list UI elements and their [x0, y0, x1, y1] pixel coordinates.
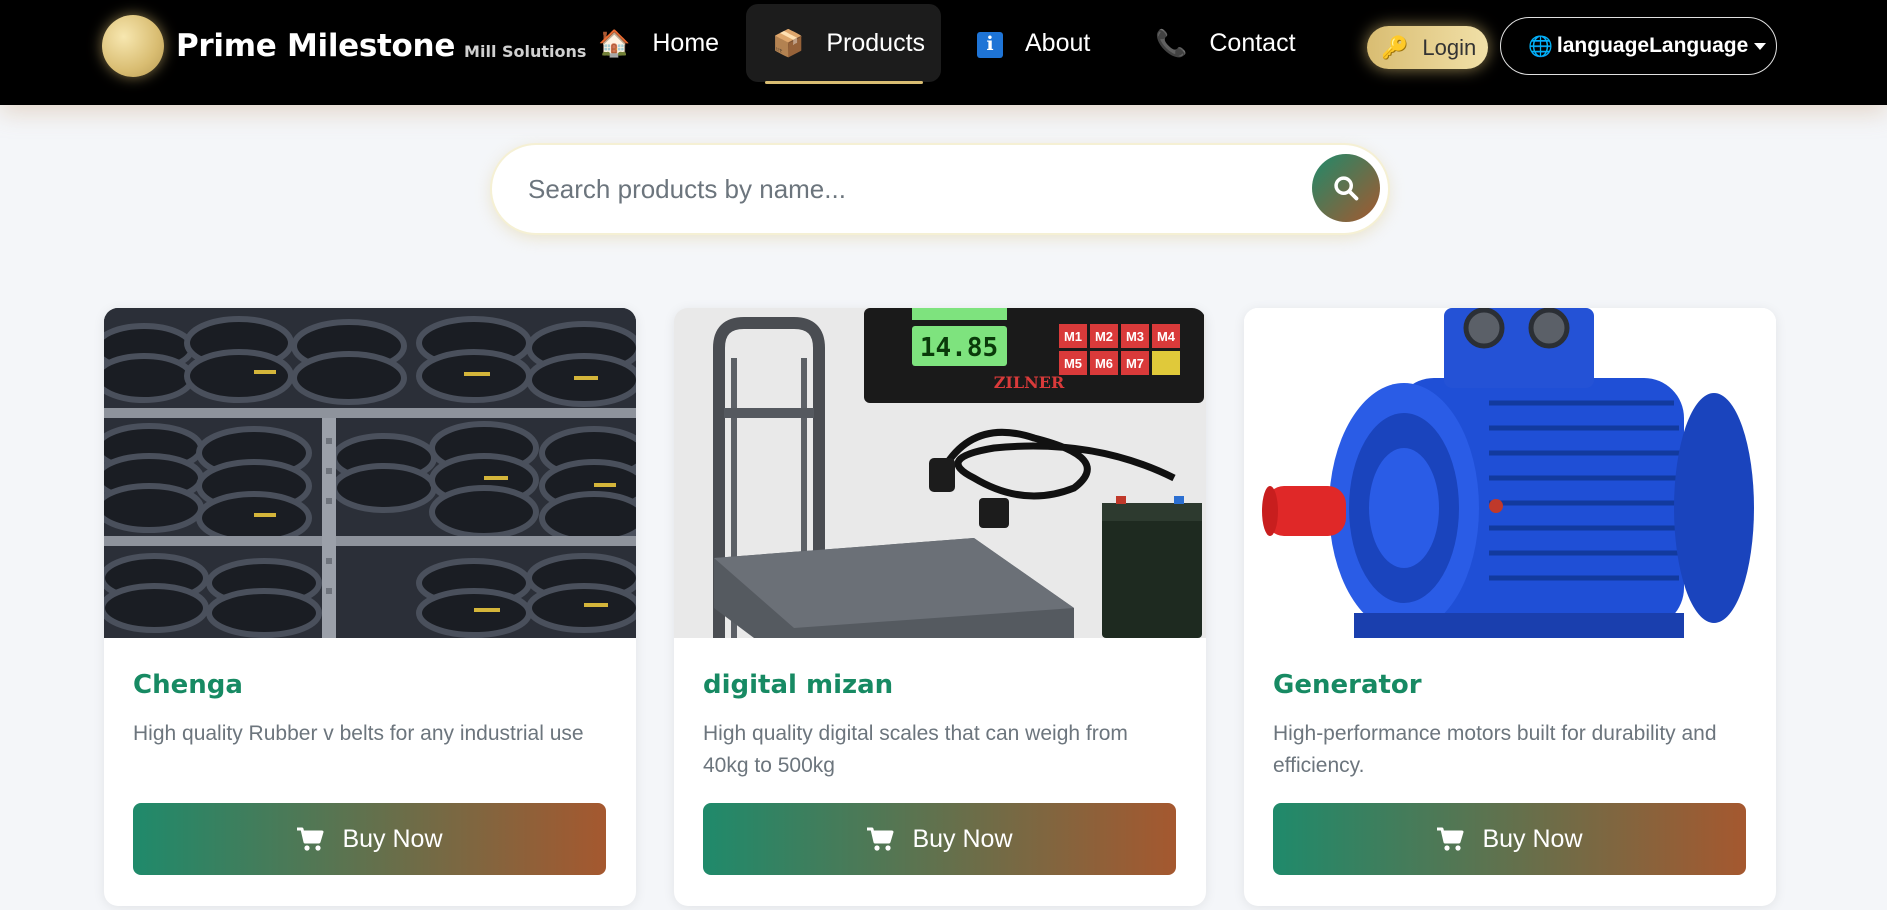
product-image-belts	[104, 308, 636, 638]
brand[interactable]: Prime Milestone Mill Solutions	[102, 15, 586, 77]
chevron-down-icon	[1754, 42, 1767, 50]
scale-brand: ZILNER	[994, 373, 1065, 392]
search-input[interactable]	[528, 165, 1288, 213]
nav-contact-label: Contact	[1209, 28, 1296, 57]
scale-key-m5: M5	[1064, 356, 1082, 371]
nav-home[interactable]: 🏠 Home	[598, 4, 728, 82]
house-icon: 🏠	[598, 28, 631, 58]
scale-reading: 14.85	[920, 333, 998, 363]
brand-logo	[102, 15, 164, 77]
motor-illustration	[1244, 308, 1776, 638]
product-card: Chenga High quality Rubber v belts for a…	[104, 308, 636, 906]
product-description: High-performance motors built for durabi…	[1273, 722, 1717, 777]
top-navbar: Prime Milestone Mill Solutions 🏠 Home 📦 …	[0, 0, 1887, 105]
product-description: High quality Rubber v belts for any indu…	[133, 722, 584, 745]
key-icon: 🔑	[1381, 34, 1409, 60]
scale-key-m1: M1	[1064, 329, 1082, 344]
buy-now-label: Buy Now	[1482, 824, 1583, 853]
nav-products-label: Products	[826, 28, 926, 57]
cart-icon	[1437, 827, 1464, 851]
login-label: Login	[1422, 34, 1477, 60]
search-bar	[492, 145, 1388, 233]
product-card: 14.85 M1 M2 M3 M4 M5 M6 M7 ZILNER digita…	[674, 308, 1206, 906]
info-icon: i	[977, 28, 1003, 58]
product-title: Generator	[1273, 670, 1422, 700]
product-image-scale: 14.85 M1 M2 M3 M4 M5 M6 M7 ZILNER	[674, 308, 1206, 638]
product-title: digital mizan	[703, 670, 894, 700]
cart-icon	[867, 827, 894, 851]
phone-icon: 📞	[1155, 28, 1188, 58]
scale-key-m6: M6	[1095, 356, 1113, 371]
nav-about[interactable]: i About	[977, 4, 1127, 82]
cart-icon	[297, 827, 324, 851]
belts-illustration	[104, 308, 636, 638]
scale-key-m2: M2	[1095, 329, 1113, 344]
buy-now-button[interactable]: Buy Now	[1273, 803, 1746, 875]
product-title: Chenga	[133, 670, 243, 700]
product-card: Generator High-performance motors built …	[1244, 308, 1776, 906]
scale-key-m7: M7	[1126, 356, 1144, 371]
nav-about-label: About	[1025, 28, 1091, 57]
active-underline	[765, 81, 923, 84]
buy-now-button[interactable]: Buy Now	[133, 803, 606, 875]
search-button[interactable]	[1312, 154, 1380, 222]
buy-now-button[interactable]: Buy Now	[703, 803, 1176, 875]
scale-illustration: 14.85 M1 M2 M3 M4 M5 M6 M7 ZILNER	[674, 308, 1206, 638]
login-button[interactable]: 🔑 Login	[1367, 26, 1488, 69]
nav-products[interactable]: 📦 Products	[746, 4, 941, 84]
scale-key-m3: M3	[1126, 329, 1144, 344]
buy-now-label: Buy Now	[342, 824, 443, 853]
product-image-motor	[1244, 308, 1776, 638]
brand-subtitle: Mill Solutions	[464, 41, 587, 61]
nav-home-label: Home	[652, 28, 720, 57]
scale-key-m4: M4	[1157, 329, 1176, 344]
language-dropdown[interactable]: 🌐 languageLanguage	[1500, 17, 1777, 75]
nav-contact[interactable]: 📞 Contact	[1155, 4, 1315, 82]
buy-now-label: Buy Now	[912, 824, 1013, 853]
package-icon: 📦	[772, 28, 805, 58]
product-description: High quality digital scales that can wei…	[703, 722, 1128, 777]
language-label: languageLanguage	[1556, 34, 1749, 57]
globe-icon: 🌐	[1528, 35, 1553, 58]
brand-name: Prime Milestone	[176, 28, 456, 64]
search-icon	[1334, 176, 1359, 201]
